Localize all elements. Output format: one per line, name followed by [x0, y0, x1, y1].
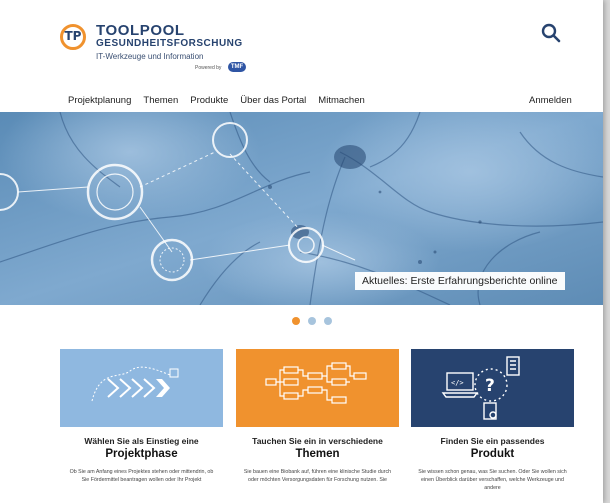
card-description: Sie wissen schon genau, was Sie suchen. … [418, 469, 567, 491]
nav-item-projektplanung[interactable]: Projektplanung [68, 95, 131, 106]
card-title[interactable]: Projektphase [60, 448, 223, 460]
svg-text:?: ? [485, 376, 495, 396]
card-image-themen[interactable] [236, 349, 399, 427]
card-produkt[interactable]: </> ? Finden Sie ein passendes Produkt S… [411, 349, 574, 492]
nav-item-mitmachen[interactable]: Mitmachen [318, 95, 364, 106]
card-description: Ob Sie am Anfang eines Projektes stehen … [69, 469, 214, 483]
carousel-dots [292, 317, 332, 325]
card-themen[interactable]: Tauchen Sie ein in verschiedene Themen S… [236, 349, 399, 484]
card-title-small: Tauchen Sie ein in verschiedene [252, 436, 383, 446]
powered-by-logo[interactable]: TMF [228, 62, 246, 72]
card-title[interactable]: Produkt [411, 448, 574, 460]
login-link[interactable]: Anmelden [529, 95, 572, 106]
card-description: Sie bauen eine Biobank auf, führen eine … [243, 469, 392, 483]
hero-slider[interactable]: Aktuelles: Erste Erfahrungsberichte onli… [0, 112, 603, 305]
nav-item-produkte[interactable]: Produkte [190, 95, 228, 106]
carousel-dot-2[interactable] [308, 317, 316, 325]
logo-icon[interactable]: TP [60, 24, 86, 50]
laptop-question-icon: </> ? [441, 356, 520, 420]
card-title-small: Wählen Sie als Einstieg eine [84, 436, 199, 446]
page: TP TOOLPOOL GESUNDHEITSFORSCHUNG IT-Werk… [0, 0, 603, 503]
logo-initials: TP [64, 29, 82, 43]
main-nav: Projektplanung Themen Produkte Über das … [68, 95, 377, 106]
card-image-produkt[interactable]: </> ? [411, 349, 574, 427]
nav-item-themen[interactable]: Themen [143, 95, 178, 106]
card-projektphase[interactable]: Wählen Sie als Einstieg eine Projektphas… [60, 349, 223, 484]
header: TP TOOLPOOL GESUNDHEITSFORSCHUNG IT-Werk… [0, 0, 603, 120]
flowchart-icon [265, 362, 367, 404]
svg-text:</>: </> [451, 379, 464, 387]
card-title[interactable]: Themen [236, 448, 399, 460]
chevrons-icon [91, 366, 179, 402]
brand-title[interactable]: TOOLPOOL [96, 22, 185, 39]
card-image-projektphase[interactable] [60, 349, 223, 427]
brand-tagline: IT-Werkzeuge und Information [96, 52, 204, 61]
carousel-dot-3[interactable] [324, 317, 332, 325]
powered-by-label: Powered by [195, 65, 222, 71]
carousel-dot-1[interactable] [292, 317, 300, 325]
nav-item-ueber-das-portal[interactable]: Über das Portal [240, 95, 306, 106]
hero-caption-link[interactable]: Aktuelles: Erste Erfahrungsberichte onli… [355, 272, 565, 290]
search-icon [541, 23, 561, 43]
search-button[interactable] [540, 22, 562, 44]
card-title-small: Finden Sie ein passendes [440, 436, 545, 446]
brand-subtitle[interactable]: GESUNDHEITSFORSCHUNG [96, 38, 243, 49]
